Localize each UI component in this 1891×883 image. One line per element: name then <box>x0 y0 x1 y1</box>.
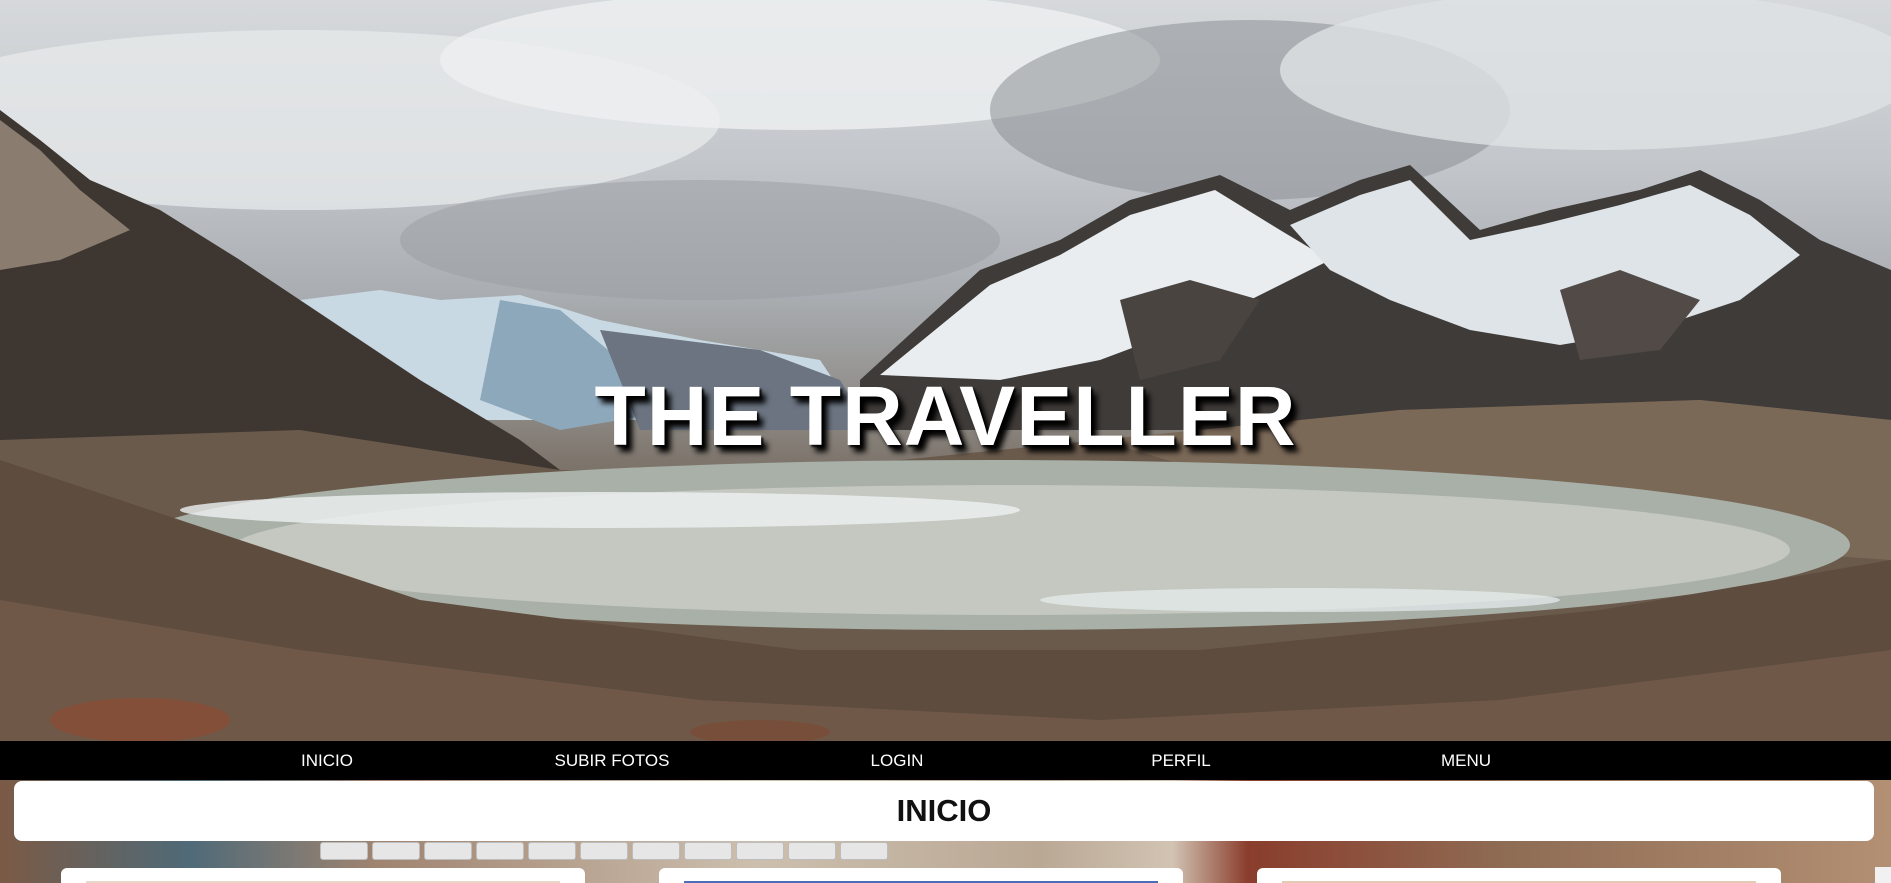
main-navigation: INICIO SUBIR FOTOS LOGIN PERFIL MENU <box>0 741 1891 780</box>
photo-card[interactable] <box>61 868 585 883</box>
section-header: INICIO <box>14 781 1874 841</box>
photo-card[interactable] <box>659 868 1183 883</box>
nav-link-subir-fotos[interactable]: SUBIR FOTOS <box>555 741 670 780</box>
section-title: INICIO <box>896 793 992 828</box>
photo-card[interactable] <box>1257 868 1781 883</box>
nav-link-inicio[interactable]: INICIO <box>301 741 353 780</box>
site-title: THE TRAVELLER <box>594 369 1297 463</box>
nav-link-login[interactable]: LOGIN <box>871 741 924 780</box>
page: THE TRAVELLER INICIO SUBIR FOTOS LOGIN P… <box>0 0 1891 883</box>
nav-link-menu[interactable]: MENU <box>1441 741 1491 780</box>
scrollbar-corner[interactable] <box>1875 867 1891 883</box>
nav-link-perfil[interactable]: PERFIL <box>1151 741 1211 780</box>
hero-banner: THE TRAVELLER <box>0 0 1891 741</box>
